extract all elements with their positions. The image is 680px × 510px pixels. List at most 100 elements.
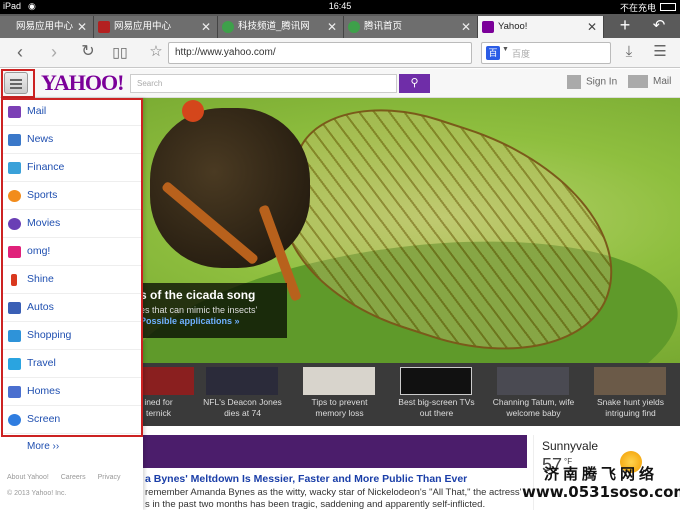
sidebar-item-label: Movies <box>27 217 61 229</box>
status-bar: iPad ◉ 16:45 不在充电 <box>0 0 680 14</box>
shopping-icon <box>8 330 21 342</box>
browser-tab-active[interactable]: Yahoo! ✕ <box>478 16 604 38</box>
hero-title[interactable]: s of the cicada song <box>140 288 287 302</box>
browser-tab[interactable]: 网易应用中心 ✕ <box>94 16 218 38</box>
browser-tab[interactable]: 腾讯首页 ✕ <box>344 16 478 38</box>
cicada-eye <box>182 100 204 122</box>
close-icon[interactable]: ✕ <box>327 16 337 38</box>
sidebar-item-label: Screen <box>27 413 61 425</box>
story-summary: remember Amanda Bynes as the witty, wack… <box>145 487 522 510</box>
watermark-url: www.0531soso.com <box>522 483 680 501</box>
web-page: YAHOO! Search ⚲ Sign In Mail s of the ci… <box>0 69 680 510</box>
thumbnail-story[interactable]: NFL's Deacon Jones dies at 74 <box>194 367 291 423</box>
sidebar-item-label: omg! <box>27 245 51 257</box>
thumbnail-caption: Snake hunt yields intriguing find <box>596 397 665 418</box>
news-icon <box>8 134 21 146</box>
sidebar-item-sports[interactable]: Sports <box>3 182 141 210</box>
travel-icon <box>8 358 21 370</box>
mail-label: Mail <box>653 76 672 88</box>
chrome-icon <box>348 21 360 33</box>
tab-label: 腾讯首页 <box>364 21 403 32</box>
sidebar-item-label: News <box>27 133 54 145</box>
close-icon[interactable]: ✕ <box>77 16 87 38</box>
url-input[interactable]: http://www.yahoo.com/ <box>168 42 472 64</box>
battery-icon <box>660 3 676 11</box>
autos-icon <box>8 302 21 314</box>
sidebar-item-shine[interactable]: Shine <box>3 266 141 294</box>
sidebar-item-shopping[interactable]: Shopping <box>3 322 141 350</box>
sidebar-item-news[interactable]: News <box>3 126 141 154</box>
thumbnail-image <box>497 367 569 395</box>
clock: 16:45 <box>328 1 352 11</box>
download-icon[interactable]: ⤓ <box>617 41 641 65</box>
thumbnail-story[interactable]: Tips to prevent memory loss <box>291 367 388 423</box>
hamburger-menu-button[interactable] <box>4 72 28 94</box>
sidebar-footer: About Yahoo! Careers Privacy <box>7 474 131 481</box>
footer-link[interactable]: About Yahoo! <box>7 474 49 481</box>
hero-subtitle: es that can mimic the insects' <box>140 305 258 315</box>
hero-link[interactable]: Possible applications » <box>140 316 287 326</box>
baidu-search-input[interactable]: 百 ▼ 百度 <box>481 42 611 64</box>
star-bookmark-icon[interactable]: ☆ <box>146 42 166 64</box>
sidebar-item-mail[interactable]: Mail <box>3 98 141 126</box>
homes-icon <box>8 386 21 398</box>
footer-link[interactable]: Careers <box>61 474 86 481</box>
mail-icon <box>8 106 21 118</box>
forward-arrow-icon[interactable]: › <box>42 41 66 65</box>
netease-icon <box>98 21 110 33</box>
sidebar-more-link[interactable]: More ›› <box>27 441 59 452</box>
sidebar-item-label: Shopping <box>27 329 72 341</box>
new-tab-button[interactable]: + <box>612 14 638 38</box>
hero-caption[interactable]: s of the cicada song es that can mimic t… <box>120 283 287 338</box>
yahoo-search-input[interactable]: Search <box>130 74 397 93</box>
close-icon[interactable]: ✕ <box>201 16 211 38</box>
sidebar-item-label: Sports <box>27 189 58 201</box>
tab-label: 科技频道_腾讯网 <box>238 21 310 32</box>
weather-city: Sunnyvale <box>542 439 599 453</box>
thumbnail-story[interactable]: Snake hunt yields intriguing find <box>582 367 679 423</box>
baidu-paw-icon[interactable]: 百 <box>486 46 500 60</box>
sidebar-item-finance[interactable]: Finance <box>3 154 141 182</box>
back-arrow-icon[interactable]: ‹ <box>8 41 32 65</box>
close-icon[interactable]: ✕ <box>587 16 597 38</box>
sidebar-item-omg[interactable]: omg! <box>3 238 141 266</box>
menu-list-icon[interactable]: ☰ <box>648 41 672 65</box>
sidebar-item-label: Mail <box>27 105 47 117</box>
thumbnail-caption: Channing Tatum, wife welcome baby <box>492 397 575 418</box>
search-icon[interactable]: ⚲ <box>399 74 430 93</box>
thumbnail-image <box>206 367 278 395</box>
mail-link[interactable]: Mail <box>628 75 671 93</box>
undo-arrow-icon[interactable]: ↶ <box>646 14 672 38</box>
sidebar-item-label: Autos <box>27 301 54 313</box>
browser-tab[interactable]: 科技频道_腾讯网 ✕ <box>218 16 344 38</box>
thumbnail-story[interactable]: Best big-screen TVs out there <box>388 367 485 423</box>
sidebar-item-label: Travel <box>27 357 56 369</box>
browser-tab[interactable]: 网易应用中心 ✕ <box>0 16 94 38</box>
finance-icon <box>8 162 21 174</box>
shine-icon <box>11 274 17 286</box>
movies-icon <box>8 218 21 230</box>
sidebar-item-movies[interactable]: Movies <box>3 210 141 238</box>
sidebar-item-autos[interactable]: Autos <box>3 294 141 322</box>
charging-status: 不在充电 <box>619 3 656 13</box>
story-headline[interactable]: a Bynes' Meltdown Is Messier, Faster and… <box>145 473 525 485</box>
bookmarks-book-icon[interactable]: ▯▯ <box>108 41 132 65</box>
yahoo-favicon-icon <box>482 21 494 33</box>
sports-icon <box>8 190 21 202</box>
sidebar-menu: Mail News Finance Sports Movies omg! Shi… <box>0 98 143 510</box>
copyright: © 2013 Yahoo! Inc. <box>7 490 67 497</box>
yahoo-logo[interactable]: YAHOO! <box>41 70 124 96</box>
sidebar-item-screen[interactable]: Screen <box>3 406 141 434</box>
thumbnail-story[interactable]: Channing Tatum, wife welcome baby <box>485 367 582 423</box>
sidebar-item-travel[interactable]: Travel <box>3 350 141 378</box>
watermark-text: 济南腾飞网络 <box>543 465 658 483</box>
chevron-down-icon: ▼ <box>502 46 509 53</box>
sign-in-link[interactable]: Sign In <box>567 75 617 93</box>
reload-icon[interactable]: ↻ <box>76 41 100 65</box>
sidebar-item-label: Finance <box>27 161 65 173</box>
thumbnail-image <box>594 367 666 395</box>
close-icon[interactable]: ✕ <box>461 16 471 38</box>
chrome-icon <box>222 21 234 33</box>
footer-link[interactable]: Privacy <box>98 474 121 481</box>
sidebar-item-homes[interactable]: Homes <box>3 378 141 406</box>
